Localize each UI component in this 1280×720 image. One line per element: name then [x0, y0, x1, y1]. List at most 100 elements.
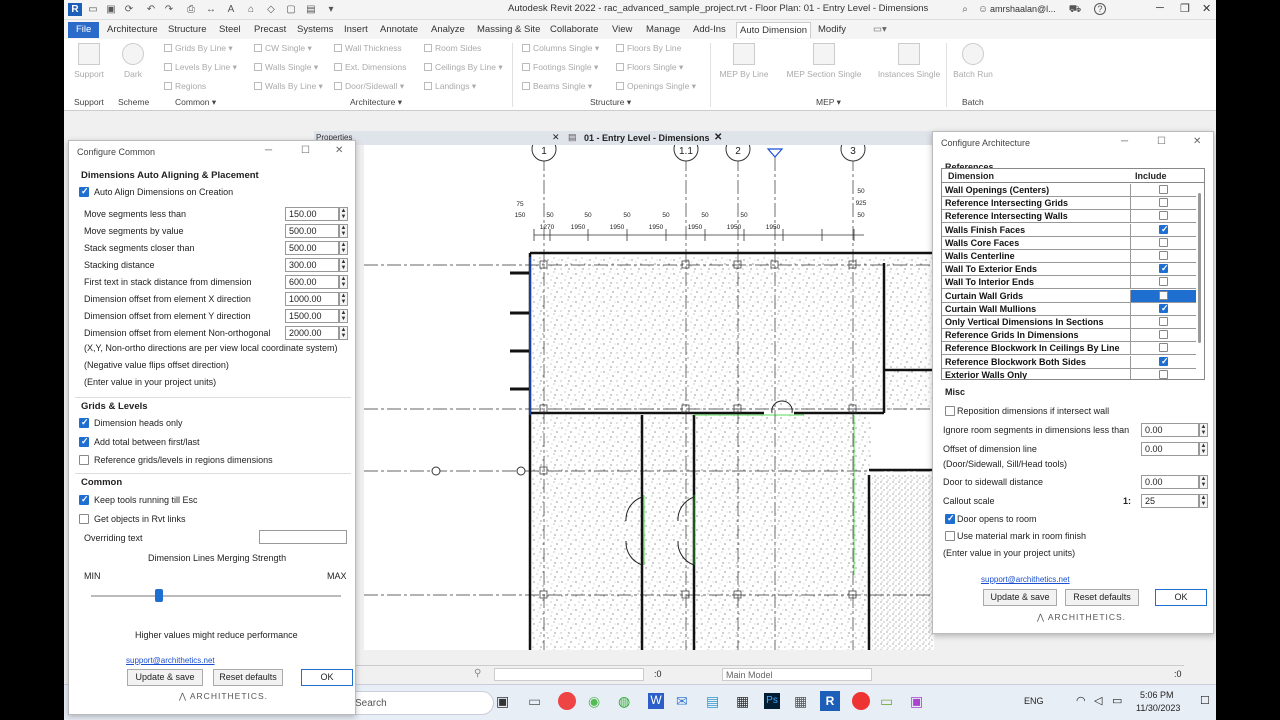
room-sides-button[interactable]: Room Sides	[424, 43, 481, 53]
wall-thickness-button[interactable]: Wall Thickness	[334, 43, 402, 53]
param-spinner[interactable]: ▲ ▼	[339, 241, 348, 255]
workset-dropdown[interactable]	[494, 668, 644, 681]
reposition-checkbox[interactable]	[945, 406, 955, 416]
floors-single-button[interactable]: Floors Single ▾	[616, 62, 683, 73]
tab-annotate[interactable]: Annotate	[377, 22, 421, 38]
panel-structure[interactable]: Structure ▾	[590, 97, 631, 108]
properties-close-icon[interactable]: ✕	[552, 132, 560, 143]
include-checkbox[interactable]	[1159, 343, 1168, 353]
wifi-icon[interactable]: ◠	[1076, 694, 1086, 707]
sync-icon[interactable]: ⟳	[122, 3, 136, 16]
maximize-icon[interactable]: ☐	[301, 145, 310, 156]
param-input[interactable]: 1500.00	[285, 309, 339, 323]
references-row[interactable]: Curtain Wall Grids	[942, 289, 1196, 303]
references-row[interactable]: Walls Finish Faces	[942, 223, 1196, 237]
ceilings-by-line-button[interactable]: Ceilings By Line ▾	[424, 62, 503, 73]
calculator-icon[interactable]: ▦	[794, 693, 807, 710]
panel-mep[interactable]: MEP ▾	[816, 97, 841, 108]
help-icon[interactable]: ?	[1094, 3, 1106, 15]
references-row[interactable]: Wall Openings (Centers)	[942, 184, 1196, 197]
include-checkbox[interactable]	[1159, 356, 1169, 367]
ok-button[interactable]: OK	[1155, 589, 1207, 606]
references-row[interactable]: Reference Blockwork Both Sides	[942, 355, 1196, 369]
ref-grids-checkbox[interactable]	[79, 455, 89, 465]
ext-dimensions-button[interactable]: Ext. Dimensions	[334, 62, 406, 72]
user-name[interactable]: amrshaalan@l...	[990, 4, 1056, 14]
auto-align-checkbox[interactable]	[79, 186, 89, 197]
support-email-link[interactable]: support@archithetics.net	[126, 656, 215, 665]
update-save-button[interactable]: Update & save	[983, 589, 1057, 606]
param-input[interactable]: 600.00	[285, 275, 339, 289]
design-option-dropdown[interactable]: Main Model	[722, 668, 872, 681]
print-icon[interactable]: ⎙	[184, 3, 198, 16]
volume-icon[interactable]: ◁	[1094, 694, 1102, 707]
include-checkbox[interactable]	[1159, 303, 1169, 314]
include-checkbox[interactable]	[1159, 185, 1168, 194]
folder-icon[interactable]: ▦	[736, 693, 749, 710]
close-hidden-icon[interactable]: ▢	[284, 3, 298, 16]
tab-auto-dimension[interactable]: Auto Dimension	[736, 22, 812, 38]
beams-single-button[interactable]: Beams Single ▾	[522, 81, 592, 92]
drawing-canvas[interactable]: 1 1.1 2 3 4 1270 1950 1950 1950 19	[364, 145, 934, 650]
undo-icon[interactable]: ↶	[144, 3, 158, 16]
tag-icon[interactable]: A	[224, 3, 238, 16]
cart-icon[interactable]: ⛟	[1068, 3, 1082, 16]
workset-icon[interactable]: ⚲	[474, 668, 481, 679]
restore-icon[interactable]: ❐	[1180, 2, 1190, 15]
param-input[interactable]: 500.00	[285, 224, 339, 238]
revit-taskbar-icon[interactable]: R	[820, 691, 840, 711]
add-total-checkbox[interactable]	[79, 436, 89, 447]
3d-view-icon[interactable]: ⌂	[244, 3, 258, 16]
keep-tools-checkbox[interactable]	[79, 494, 89, 505]
references-row[interactable]: Exterior Walls Only	[942, 368, 1196, 379]
get-objects-checkbox[interactable]	[79, 514, 89, 524]
references-row[interactable]: Curtain Wall Mullions	[942, 302, 1196, 316]
regions-button[interactable]: Regions	[164, 81, 206, 91]
include-checkbox[interactable]	[1159, 251, 1168, 260]
walls-by-line-button[interactable]: Walls By Line ▾	[254, 81, 323, 92]
merge-strength-slider-thumb[interactable]	[154, 589, 163, 602]
references-row[interactable]: Reference Blockwork In Ceilings By Line	[942, 342, 1196, 356]
landings-button[interactable]: Landings ▾	[424, 81, 476, 92]
dark-scheme-button[interactable]: Dark	[120, 43, 146, 79]
use-material-checkbox[interactable]	[945, 531, 955, 541]
view-tab-close-icon[interactable]: ✕	[714, 132, 722, 143]
mep-by-line-button[interactable]: MEP By Line	[716, 43, 772, 79]
param-spinner[interactable]: ▲ ▼	[339, 326, 348, 340]
param-input[interactable]: 300.00	[285, 258, 339, 272]
walls-single-button[interactable]: Walls Single ▾	[254, 62, 318, 73]
panel-common[interactable]: Common ▾	[175, 97, 216, 108]
param-input[interactable]: 1000.00	[285, 292, 339, 306]
clock-time[interactable]: 5:06 PM	[1140, 690, 1174, 700]
tab-massing-site[interactable]: Massing & Site	[474, 22, 543, 38]
include-checkbox[interactable]	[1159, 263, 1169, 274]
save-icon[interactable]: ▣	[104, 3, 118, 16]
chrome-icon[interactable]	[558, 692, 576, 710]
overriding-text-input[interactable]	[259, 530, 347, 544]
battery-icon[interactable]: ▭	[1112, 694, 1122, 707]
open-icon[interactable]: ▭	[86, 3, 100, 16]
close-icon[interactable]: ✕	[1202, 2, 1211, 15]
ok-button[interactable]: OK	[301, 669, 353, 686]
footings-single-button[interactable]: Footings Single ▾	[522, 62, 598, 73]
task-view-icon[interactable]: ▣	[496, 693, 509, 710]
tab-architecture[interactable]: Architecture	[104, 22, 161, 38]
tab-systems[interactable]: Systems	[294, 22, 336, 38]
android-icon[interactable]: ◉	[588, 693, 600, 710]
include-checkbox[interactable]	[1159, 330, 1168, 340]
teams-icon[interactable]: ▣	[910, 693, 923, 710]
columns-single-button[interactable]: Columns Single ▾	[522, 43, 599, 54]
param-spinner[interactable]: ▲ ▼	[339, 275, 348, 289]
include-checkbox[interactable]	[1159, 224, 1169, 235]
param-spinner[interactable]: ▲ ▼	[339, 224, 348, 238]
mep-section-single-button[interactable]: MEP Section Single	[782, 43, 866, 79]
binoculars-icon[interactable]: ⌕	[958, 3, 972, 16]
references-row[interactable]: Reference Intersecting Grids	[942, 197, 1196, 211]
references-row[interactable]: Reference Intersecting Walls	[942, 210, 1196, 224]
tab-add-ins[interactable]: Add-Ins	[690, 22, 729, 38]
include-checkbox[interactable]	[1159, 237, 1168, 247]
tab-insert[interactable]: Insert	[341, 22, 371, 38]
notification-icon[interactable]: ☐	[1200, 694, 1210, 707]
references-row[interactable]: Reference Grids In Dimensions	[942, 329, 1196, 343]
merge-strength-slider-track[interactable]	[91, 589, 341, 602]
